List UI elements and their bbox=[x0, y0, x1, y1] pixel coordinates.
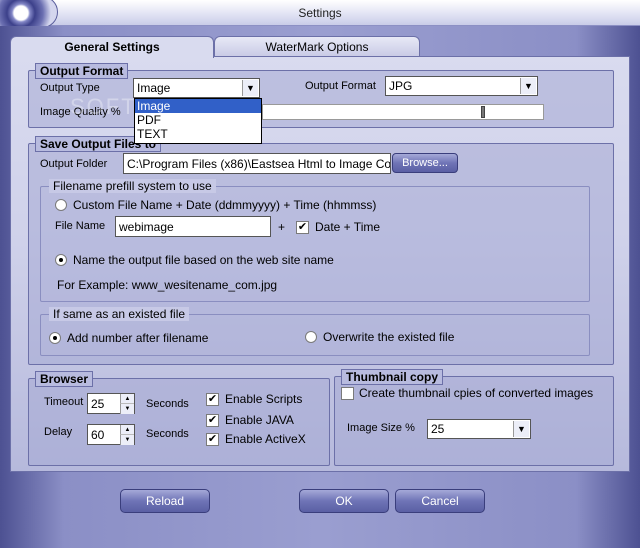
dropdown-option-text[interactable]: TEXT bbox=[135, 127, 261, 141]
timeout-value: 25 bbox=[91, 397, 105, 411]
image-quality-slider[interactable] bbox=[262, 104, 544, 120]
thumbnail-title: Thumbnail copy bbox=[341, 369, 444, 385]
tab-general-settings[interactable]: General Settings bbox=[10, 36, 214, 58]
existed-file-title: If same as an existed file bbox=[49, 307, 190, 321]
timeout-spinner[interactable]: 25 ▲ ▼ bbox=[87, 393, 135, 414]
create-thumbnail-label: Create thumbnail cpies of converted imag… bbox=[359, 386, 594, 400]
dropdown-option-pdf[interactable]: PDF bbox=[135, 113, 261, 127]
chevron-down-icon[interactable]: ▼ bbox=[520, 78, 536, 94]
enable-java-label: Enable JAVA bbox=[225, 413, 294, 427]
add-number-radio[interactable] bbox=[49, 332, 61, 344]
overwrite-radio[interactable] bbox=[305, 331, 317, 343]
chevron-down-icon[interactable]: ▼ bbox=[242, 80, 258, 96]
file-name-value: webimage bbox=[119, 220, 174, 234]
title-bar[interactable]: Settings bbox=[0, 0, 640, 28]
file-name-label: File Name bbox=[55, 220, 106, 232]
reload-button[interactable]: Reload bbox=[120, 489, 210, 513]
add-number-label: Add number after filename bbox=[67, 331, 209, 345]
delay-spinner[interactable]: 60 ▲ ▼ bbox=[87, 424, 135, 445]
enable-scripts-label: Enable Scripts bbox=[225, 392, 303, 406]
site-name-radio[interactable] bbox=[55, 254, 67, 266]
enable-activex-label: Enable ActiveX bbox=[225, 432, 306, 446]
delay-label: Delay bbox=[44, 426, 73, 438]
timeout-seconds-label: Seconds bbox=[146, 398, 189, 410]
chevron-down-icon[interactable]: ▼ bbox=[513, 421, 529, 437]
browser-title: Browser bbox=[35, 371, 94, 387]
enable-scripts-checkbox[interactable]: ✔ bbox=[206, 393, 219, 406]
delay-seconds-label: Seconds bbox=[146, 428, 189, 440]
date-time-checkbox[interactable]: ✔ bbox=[296, 221, 309, 234]
plus-sign: + bbox=[278, 220, 286, 234]
enable-activex-checkbox[interactable]: ✔ bbox=[206, 433, 219, 446]
custom-filename-label: Custom File Name + Date (ddmmyyyy) + Tim… bbox=[73, 198, 377, 212]
spin-up-icon[interactable]: ▲ bbox=[120, 394, 134, 404]
output-type-value: Image bbox=[137, 81, 171, 95]
image-size-select[interactable]: 25 ▼ bbox=[427, 419, 531, 439]
output-type-dropdown-list[interactable]: Image PDF TEXT bbox=[134, 98, 262, 144]
tab-watermark-options[interactable]: WaterMark Options bbox=[214, 36, 420, 56]
output-format-select[interactable]: JPG ▼ bbox=[385, 76, 538, 96]
file-name-field[interactable]: webimage bbox=[115, 216, 271, 237]
overwrite-label: Overwrite the existed file bbox=[323, 330, 455, 344]
output-format-label: Output Format bbox=[305, 80, 376, 92]
output-type-label: Output Type bbox=[40, 82, 100, 94]
dropdown-option-image[interactable]: Image bbox=[135, 99, 261, 113]
ok-button[interactable]: OK bbox=[299, 489, 389, 513]
cancel-button[interactable]: Cancel bbox=[395, 489, 485, 513]
spin-up-icon[interactable]: ▲ bbox=[120, 425, 134, 435]
image-size-label: Image Size % bbox=[347, 422, 415, 434]
spin-down-icon[interactable]: ▼ bbox=[120, 435, 134, 445]
output-folder-field[interactable]: C:\Program Files (x86)\Eastsea Html to I… bbox=[123, 153, 391, 174]
browse-button[interactable]: Browse... bbox=[392, 153, 458, 173]
output-format-title: Output Format bbox=[35, 63, 129, 79]
timeout-label: Timeout bbox=[44, 396, 84, 408]
window-title: Settings bbox=[298, 6, 342, 20]
spin-down-icon[interactable]: ▼ bbox=[120, 404, 134, 414]
image-size-value: 25 bbox=[431, 422, 445, 436]
delay-value: 60 bbox=[91, 428, 105, 442]
image-quality-thumb[interactable] bbox=[481, 106, 485, 118]
output-folder-value: C:\Program Files (x86)\Eastsea Html to I… bbox=[127, 157, 391, 171]
filename-prefill-title: Filename prefill system to use bbox=[49, 179, 216, 193]
create-thumbnail-checkbox[interactable] bbox=[341, 387, 354, 400]
filename-example-text: For Example: www_wesitename_com.jpg bbox=[57, 278, 278, 292]
output-folder-label: Output Folder bbox=[40, 158, 108, 170]
enable-java-checkbox[interactable]: ✔ bbox=[206, 414, 219, 427]
date-time-label: Date + Time bbox=[315, 220, 381, 234]
site-name-label: Name the output file based on the web si… bbox=[73, 253, 334, 267]
output-format-value: JPG bbox=[389, 79, 413, 93]
custom-filename-radio[interactable] bbox=[55, 199, 67, 211]
